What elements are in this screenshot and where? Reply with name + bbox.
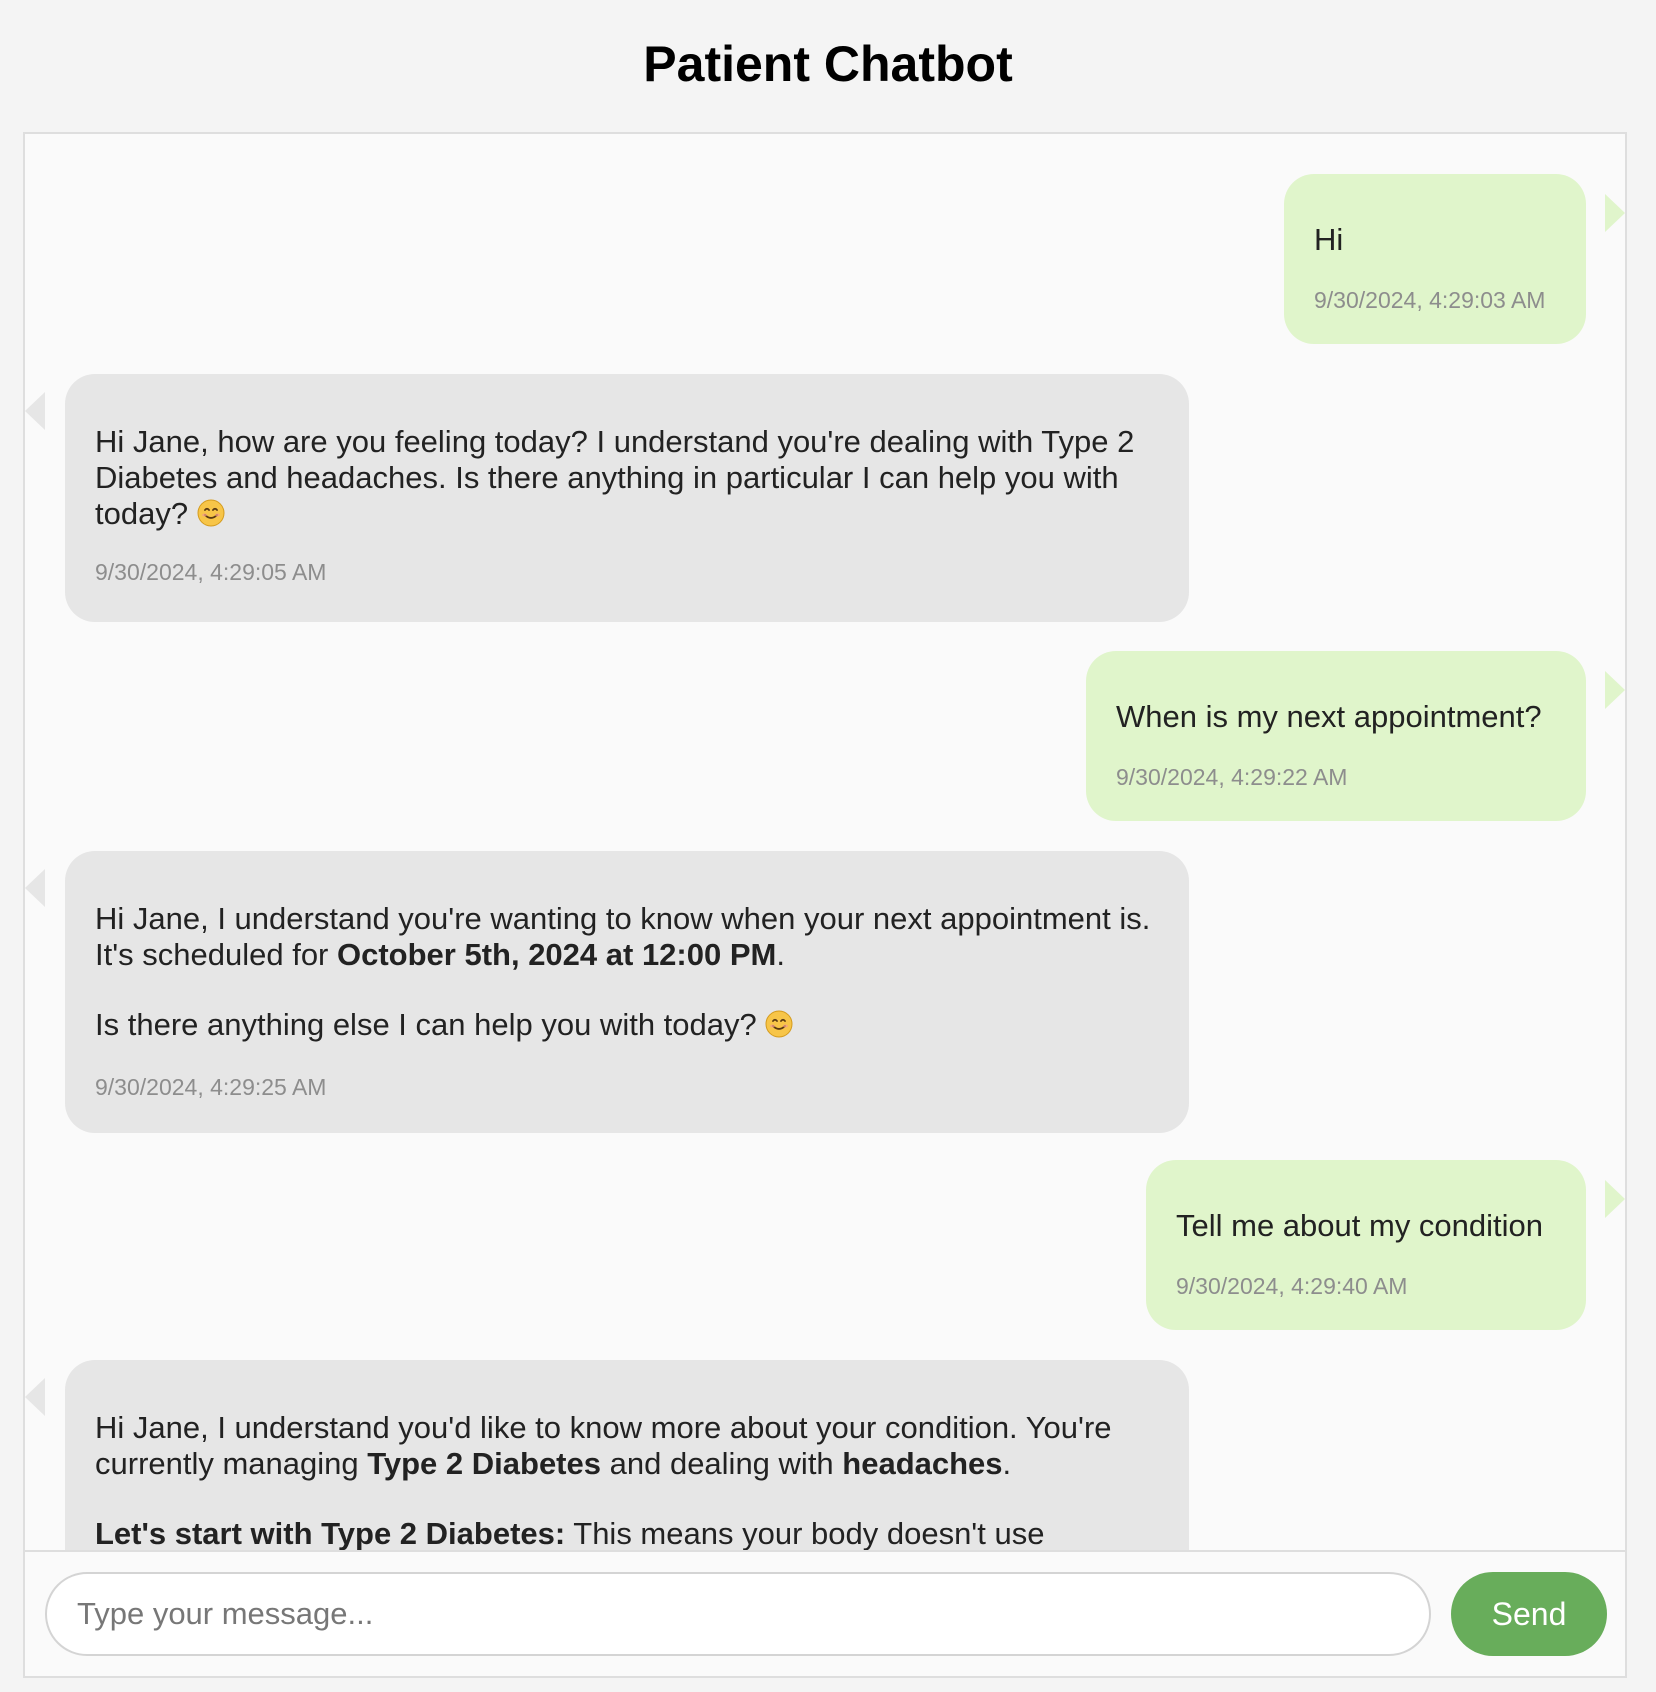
chat-window: Hi 9/30/2024, 4:29:03 AM Hi Jane, how ar…	[23, 132, 1627, 1678]
message-timestamp: 9/30/2024, 4:29:22 AM	[1116, 764, 1348, 790]
message-input[interactable]	[45, 1572, 1431, 1656]
user-message: When is my next appointment? 9/30/2024, …	[1086, 651, 1586, 821]
message-timestamp: 9/30/2024, 4:29:40 AM	[1176, 1273, 1408, 1299]
user-bubble-tail	[1605, 194, 1625, 232]
condition-name: Type 2 Diabetes	[367, 1446, 601, 1481]
bot-bubble-tail	[25, 869, 45, 907]
smiling-face-emoji-icon	[197, 499, 225, 527]
bot-message: Hi Jane, I understand you're wanting to …	[65, 851, 1189, 1133]
user-bubble-tail	[1605, 671, 1625, 709]
smiling-face-emoji-icon	[765, 1010, 793, 1038]
bot-message: Hi Jane, I understand you'd like to know…	[65, 1360, 1189, 1550]
message-text: Tell me about my condition	[1176, 1208, 1544, 1243]
message-text: When is my next appointment?	[1116, 699, 1542, 734]
message-text: Hi Jane, how are you feeling today? I un…	[95, 424, 1135, 531]
message-text: This means your body doesn't use	[565, 1516, 1045, 1550]
page-title: Patient Chatbot	[643, 36, 1013, 92]
user-bubble-tail	[1605, 1180, 1625, 1218]
message-timestamp: 9/30/2024, 4:29:03 AM	[1314, 287, 1546, 313]
bot-bubble-tail	[25, 392, 45, 430]
send-button[interactable]: Send	[1451, 1572, 1607, 1656]
appointment-datetime: October 5th, 2024 at 12:00 PM	[337, 937, 777, 972]
condition-name: headaches	[842, 1446, 1003, 1481]
message-text: Hi	[1314, 222, 1344, 257]
message-timestamp: 9/30/2024, 4:29:05 AM	[95, 559, 327, 585]
user-message: Hi 9/30/2024, 4:29:03 AM	[1284, 174, 1586, 344]
message-composer: Send	[25, 1550, 1625, 1676]
message-text: Is there anything else I can help you wi…	[95, 1007, 757, 1042]
message-text: and dealing with	[601, 1446, 843, 1481]
message-text: .	[1002, 1446, 1012, 1481]
bot-message: Hi Jane, how are you feeling today? I un…	[65, 374, 1189, 622]
bot-bubble-tail	[25, 1378, 45, 1416]
message-list[interactable]: Hi 9/30/2024, 4:29:03 AM Hi Jane, how ar…	[25, 134, 1625, 1550]
message-timestamp: 9/30/2024, 4:29:25 AM	[95, 1074, 327, 1100]
message-text: .	[776, 937, 785, 972]
section-heading: Let's start with Type 2 Diabetes:	[95, 1516, 566, 1550]
user-message: Tell me about my condition 9/30/2024, 4:…	[1146, 1160, 1586, 1330]
